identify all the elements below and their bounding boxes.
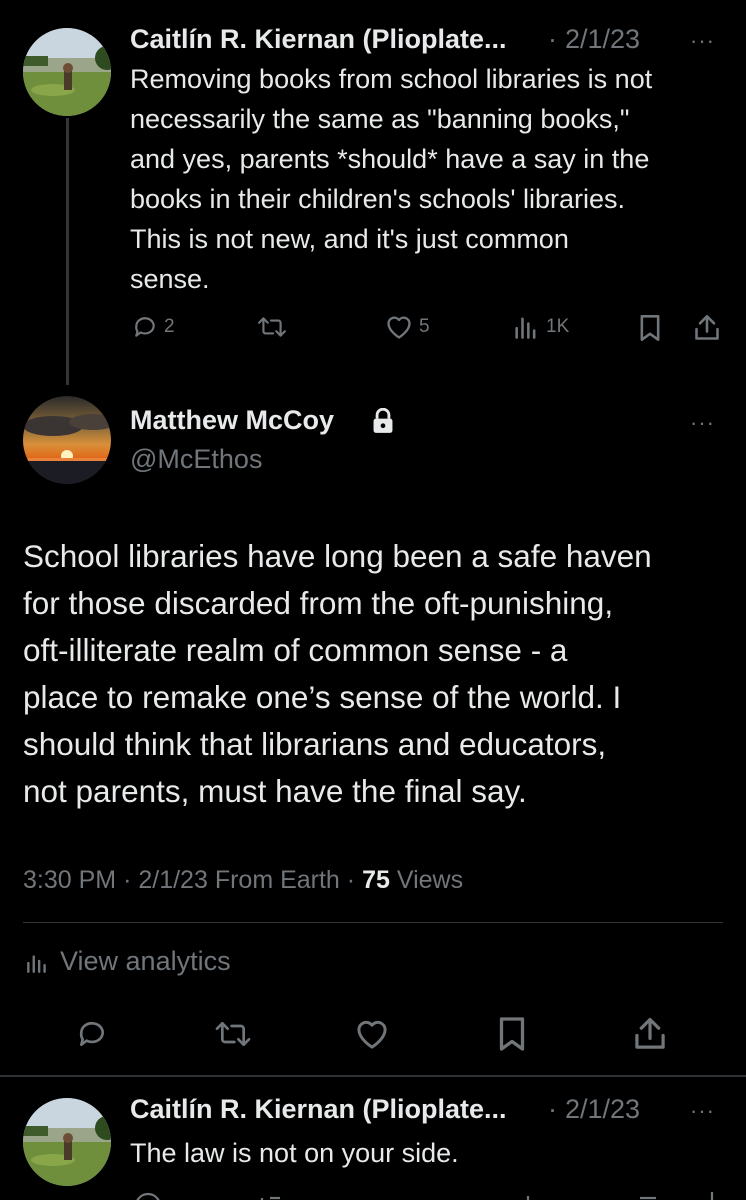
- tweet1-text-line: books in their children's schools' libra…: [130, 184, 626, 214]
- meta-separator: ·: [123, 866, 132, 894]
- main-date[interactable]: 2/1/23: [138, 866, 208, 894]
- reply-icon: [135, 317, 155, 337]
- analytics-icon: [27, 954, 46, 973]
- main-text-line: not parents, must have the final say.: [23, 773, 527, 809]
- tweet1-like-button[interactable]: 5: [385, 314, 430, 340]
- main-tweet-meta: 3:30 PM · 2/1/23 From Earth · 75 Views: [23, 866, 463, 895]
- bookmark-icon: [499, 1017, 525, 1051]
- tweet3-author-name[interactable]: Caitlín R. Kiernan (Plioplate...: [130, 1094, 507, 1125]
- main-tweet-text: School libraries have long been a safe h…: [23, 533, 652, 815]
- tweet3-more-icon[interactable]: ···: [690, 1098, 715, 1124]
- bookmark-icon: [640, 315, 660, 341]
- share-icon: [695, 315, 719, 340]
- main-text-line: for those discarded from the oft-punishi…: [23, 585, 614, 621]
- main-bookmark-button[interactable]: [497, 1016, 527, 1052]
- main-text-line: place to remake one’s sense of the world…: [23, 679, 622, 715]
- divider: [23, 922, 723, 923]
- main-share-button[interactable]: [634, 1016, 666, 1052]
- main-text-line: School libraries have long been a safe h…: [23, 538, 652, 574]
- tweet1-more-icon[interactable]: ···: [690, 28, 715, 54]
- tweet3-date[interactable]: 2/1/23: [565, 1094, 640, 1125]
- tweet1-views-button[interactable]: 1K: [512, 314, 569, 340]
- main-author-name[interactable]: Matthew McCoy: [130, 405, 334, 436]
- tweet3-text: The law is not on your side.: [130, 1138, 459, 1168]
- tweet1-like-count: 5: [419, 316, 430, 337]
- lock-icon: [371, 407, 395, 439]
- view-analytics-label: View analytics: [60, 946, 231, 976]
- main-handle[interactable]: @McEthos: [130, 444, 262, 475]
- retweet-icon: [258, 317, 286, 337]
- main-text-line: oft-illiterate realm of common sense - a: [23, 632, 568, 668]
- tweet1-date[interactable]: 2/1/23: [565, 24, 640, 55]
- avatar-caitlin[interactable]: [23, 28, 111, 116]
- view-analytics-link[interactable]: View analytics: [24, 946, 231, 977]
- tweet1-text-line: Removing books from school libraries is …: [130, 64, 653, 94]
- tweet1-separator: ·: [548, 24, 557, 54]
- tweet1-reply-button[interactable]: 2: [132, 314, 175, 340]
- main-reply-button[interactable]: [76, 1018, 108, 1050]
- tweet1-text-line: This is not new, and it's just common: [130, 224, 569, 254]
- thread-connector-line: [66, 118, 69, 385]
- tweet1-text: Removing books from school libraries is …: [130, 59, 652, 299]
- divider: [0, 1075, 746, 1077]
- tweet1-text-line: necessarily the same as "banning books,": [130, 104, 630, 134]
- tweet1-share-button[interactable]: [694, 314, 720, 342]
- main-source: From Earth: [214, 866, 340, 894]
- main-more-icon[interactable]: ···: [690, 410, 715, 436]
- tweet1-text-line: sense.: [130, 264, 210, 294]
- views-icon: [515, 317, 536, 339]
- avatar-caitlin[interactable]: [23, 1098, 111, 1186]
- like-icon: [387, 316, 411, 339]
- main-time[interactable]: 3:30 PM: [23, 866, 116, 894]
- retweet-icon: [215, 1022, 251, 1046]
- main-views-count: 75: [362, 866, 390, 894]
- main-retweet-button[interactable]: [214, 1018, 252, 1050]
- tweet1-author-name[interactable]: Caitlín R. Kiernan (Plioplate...: [130, 24, 507, 55]
- tweet1-retweet-button[interactable]: [257, 314, 287, 340]
- tweet1-bookmark-button[interactable]: [638, 314, 662, 342]
- meta-separator: ·: [346, 866, 356, 894]
- tweet1-reply-count: 2: [164, 316, 175, 337]
- reply-icon: [79, 1021, 104, 1046]
- avatar-matthew[interactable]: [23, 396, 111, 484]
- main-views-label: Views: [396, 866, 464, 894]
- like-icon: [357, 1020, 387, 1049]
- tweet1-views-count: 1K: [546, 316, 570, 337]
- main-text-line: should think that librarians and educato…: [23, 726, 607, 762]
- tweet3-separator: ·: [548, 1094, 557, 1124]
- main-like-button[interactable]: [354, 1018, 390, 1050]
- tweet3-actions-partial: [0, 1188, 746, 1200]
- tweet1-text-line: and yes, parents *should* have a say in …: [130, 144, 650, 174]
- share-icon: [635, 1017, 665, 1049]
